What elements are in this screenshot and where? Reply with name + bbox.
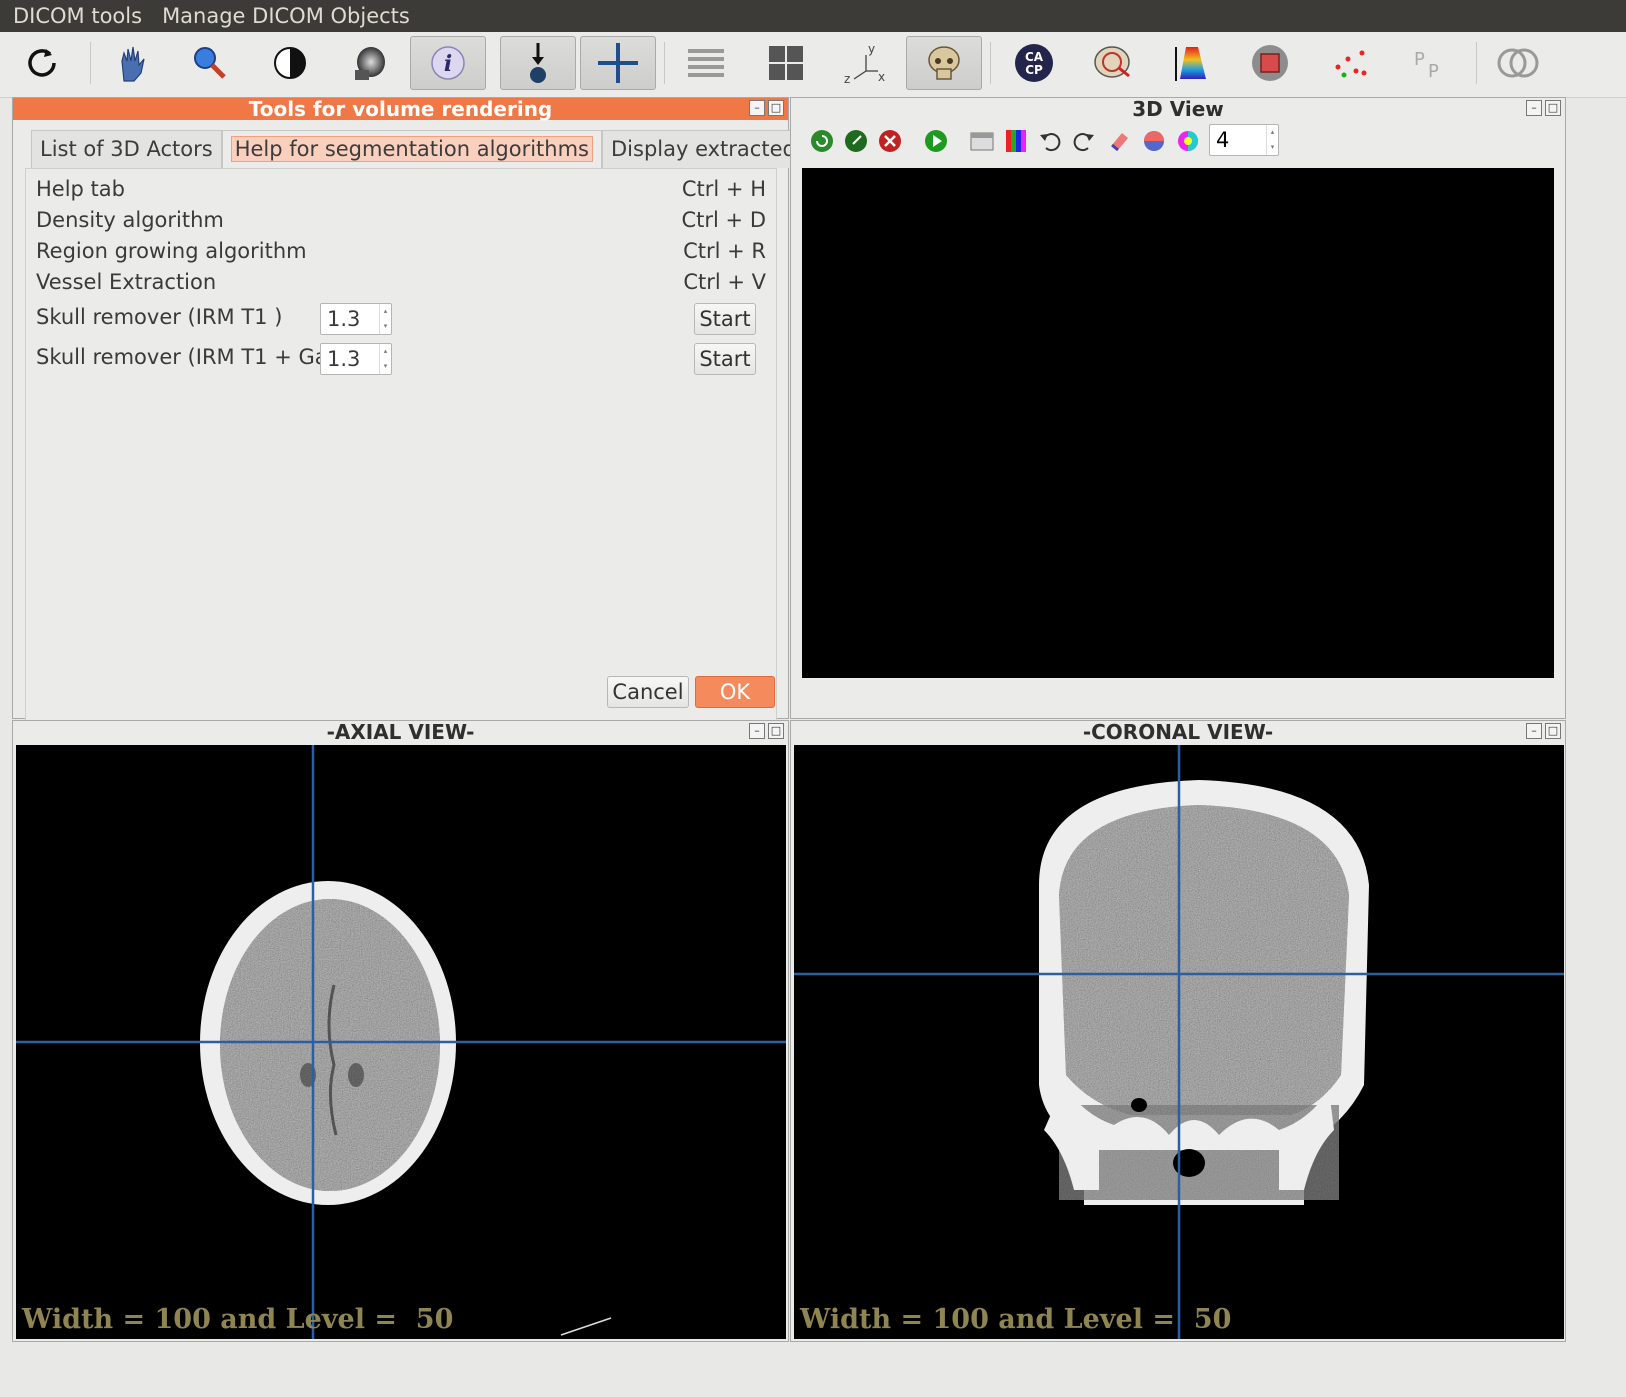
coronal-panel: -CORONAL VIEW- – □ Width = 100 and Level… xyxy=(790,720,1566,1342)
tools-panel: Tools for volume rendering – □ List of 3… xyxy=(12,97,842,766)
menubar: DICOM tools Manage DICOM Objects xyxy=(0,0,1626,32)
red-close-icon[interactable] xyxy=(877,128,903,154)
tab-list-3d-actors[interactable]: List of 3D Actors xyxy=(31,130,222,168)
skull-remover-gad-row: Skull remover (IRM T1 + Gad) 1.3 ▴ ▾ Star… xyxy=(36,343,766,379)
color-bars-icon[interactable] xyxy=(1003,128,1029,154)
spin-arrows-icon[interactable]: ▴ ▾ xyxy=(1266,125,1278,155)
coronal-window-buttons: – □ xyxy=(1526,723,1561,739)
crosshair-icon[interactable] xyxy=(580,36,656,90)
shortcut-row: Help tab Ctrl + H xyxy=(36,177,766,201)
contrast-icon[interactable] xyxy=(252,36,328,90)
half-sphere-icon[interactable] xyxy=(1141,128,1167,154)
skull-remover-t1-row: Skull remover (IRM T1 ) 1.3 ▴ ▾ Start xyxy=(36,303,766,339)
spin-arrows-icon[interactable]: ▴ ▾ xyxy=(379,304,391,334)
axes-icon[interactable]: yx z xyxy=(826,36,902,90)
skull-measure-icon[interactable] xyxy=(1074,36,1150,90)
skull-remover-gad-start-button[interactable]: Start xyxy=(694,343,756,375)
axial-ct-image xyxy=(16,745,786,1339)
stop-icon[interactable] xyxy=(1232,36,1308,90)
menu-dicom-tools[interactable]: DICOM tools xyxy=(13,4,142,28)
axial-panel: -AXIAL VIEW- – □ Width = 100 and Level =… xyxy=(12,720,789,1342)
svg-text:y: y xyxy=(868,42,875,56)
maximize-icon[interactable]: □ xyxy=(768,723,784,739)
skull-remover-gad-spinbox[interactable]: 1.3 ▴ ▾ xyxy=(320,343,392,375)
window-icon[interactable] xyxy=(969,128,995,154)
redo-icon[interactable] xyxy=(1071,128,1097,154)
undo-icon[interactable] xyxy=(1037,128,1063,154)
svg-text:z: z xyxy=(844,72,850,85)
coronal-ct-image xyxy=(794,745,1564,1339)
tools-panel-title: Tools for volume rendering xyxy=(13,98,788,120)
eraser-icon[interactable] xyxy=(1107,128,1133,154)
ok-button[interactable]: OK xyxy=(695,676,775,708)
shortcut-row: Region growing algorithm Ctrl + R xyxy=(36,239,766,263)
head-shade-icon[interactable] xyxy=(332,36,408,90)
axial-title: -AXIAL VIEW- xyxy=(326,720,475,744)
green-rotate-icon[interactable] xyxy=(809,128,835,154)
coronal-window-level: Width = 100 and Level = 50 xyxy=(800,1304,1232,1335)
grid-icon[interactable] xyxy=(748,36,824,90)
skull-remover-t1-spinbox[interactable]: 1.3 ▴ ▾ xyxy=(320,303,392,335)
view3d-spinbox[interactable]: 4 ▴ ▾ xyxy=(1209,124,1279,156)
minimize-icon[interactable]: – xyxy=(749,100,765,116)
axial-canvas[interactable]: Width = 100 and Level = 50 xyxy=(16,745,786,1339)
magnifier-icon[interactable] xyxy=(172,36,248,90)
hand-icon[interactable] xyxy=(94,36,170,90)
lines-icon[interactable] xyxy=(668,36,744,90)
view3d-title: 3D View xyxy=(1132,97,1224,121)
maximize-icon[interactable]: □ xyxy=(768,100,784,116)
svg-text:x: x xyxy=(878,70,885,84)
axial-window-level: Width = 100 and Level = 50 xyxy=(22,1304,454,1335)
shortcut-row: Density algorithm Ctrl + D xyxy=(36,208,766,232)
green-export-icon[interactable] xyxy=(843,128,869,154)
view3d-panel: 3D View – □ 4 ▴ ▾ xyxy=(790,97,1566,719)
tools-tabs: List of 3D Actors Help for segmentation … xyxy=(31,130,842,168)
play-icon[interactable] xyxy=(923,128,949,154)
view3d-window-buttons: – □ xyxy=(1526,100,1561,116)
pp-icon[interactable]: PP xyxy=(1392,36,1468,90)
view3d-canvas[interactable] xyxy=(802,168,1554,678)
skull-remover-t1-start-button[interactable]: Start xyxy=(694,303,756,335)
info-icon[interactable]: i xyxy=(410,36,486,90)
svg-text:P: P xyxy=(1414,49,1425,70)
tools-panel-window-buttons: – □ xyxy=(749,100,784,116)
minimize-icon[interactable]: – xyxy=(1526,723,1542,739)
spin-arrows-icon[interactable]: ▴ ▾ xyxy=(379,344,391,374)
minimize-icon[interactable]: – xyxy=(749,723,765,739)
skull-icon[interactable] xyxy=(906,36,982,90)
shortcut-row: Vessel Extraction Ctrl + V xyxy=(36,270,766,294)
svg-text:CA: CA xyxy=(1025,50,1044,64)
coronal-title: -CORONAL VIEW- xyxy=(1082,720,1274,744)
probe-icon[interactable] xyxy=(500,36,576,90)
color-spectrum-icon[interactable] xyxy=(1154,36,1230,90)
svg-text:P: P xyxy=(1428,61,1439,82)
svg-text:i: i xyxy=(444,51,452,77)
menu-manage-dicom-objects[interactable]: Manage DICOM Objects xyxy=(162,4,410,28)
maximize-icon[interactable]: □ xyxy=(1545,100,1561,116)
cancel-button[interactable]: Cancel xyxy=(607,676,689,708)
points-icon[interactable] xyxy=(1312,36,1388,90)
coronal-canvas[interactable]: Width = 100 and Level = 50 xyxy=(794,745,1564,1339)
minimize-icon[interactable]: – xyxy=(1526,100,1542,116)
refresh-icon[interactable] xyxy=(4,36,80,90)
main-toolbar: i yx z CA CP PP xyxy=(0,32,1626,98)
tab-help-segmentation[interactable]: Help for segmentation algorithms xyxy=(221,130,602,168)
color-wheel-icon[interactable] xyxy=(1175,128,1201,154)
maximize-icon[interactable]: □ xyxy=(1545,723,1561,739)
svg-text:CP: CP xyxy=(1025,63,1043,77)
rings-icon[interactable] xyxy=(1480,36,1556,90)
axial-window-buttons: – □ xyxy=(749,723,784,739)
ca-cp-icon[interactable]: CA CP xyxy=(996,36,1072,90)
